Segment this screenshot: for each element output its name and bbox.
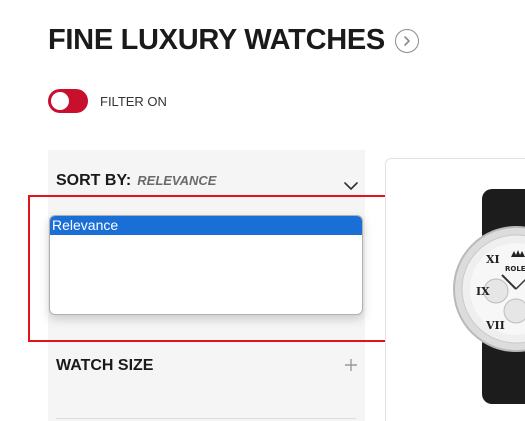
numeral-ix: IX [476, 285, 490, 298]
facet-divider [56, 418, 356, 419]
sort-option-relevance[interactable]: Relevance [50, 216, 362, 235]
subdial-bottom [503, 298, 525, 324]
plus-icon[interactable] [344, 356, 358, 376]
sort-label: SORT BY: [56, 172, 132, 189]
filter-toggle[interactable] [48, 89, 88, 113]
page-title: FINE LUXURY WATCHES [48, 24, 385, 56]
filter-label: FILTER ON [100, 93, 167, 109]
brand-text: ROLEX [505, 265, 525, 273]
product-card[interactable]: XI IX VII ROLEX [385, 158, 525, 421]
chevron-right-circle-icon[interactable] [394, 28, 419, 53]
watch-size-label: WATCH SIZE [56, 357, 154, 374]
watch-image: XI IX VII ROLEX [453, 189, 525, 404]
page: FINE LUXURY WATCHES FILTER ON SORT BY: R… [0, 0, 525, 421]
sort-dropdown-trigger[interactable]: SORT BY: RELEVANCE [56, 172, 216, 190]
numeral-vii: VII [485, 319, 505, 332]
sort-options-list[interactable]: Relevance [49, 215, 363, 315]
filter-row: FILTER ON [48, 89, 167, 113]
chevron-down-icon[interactable] [344, 178, 358, 196]
title-row: FINE LUXURY WATCHES [48, 26, 419, 55]
toggle-knob [51, 92, 69, 110]
numeral-xi: XI [486, 253, 500, 266]
facet-watch-size[interactable]: WATCH SIZE [56, 356, 358, 376]
sort-selected-value: RELEVANCE [137, 173, 217, 188]
